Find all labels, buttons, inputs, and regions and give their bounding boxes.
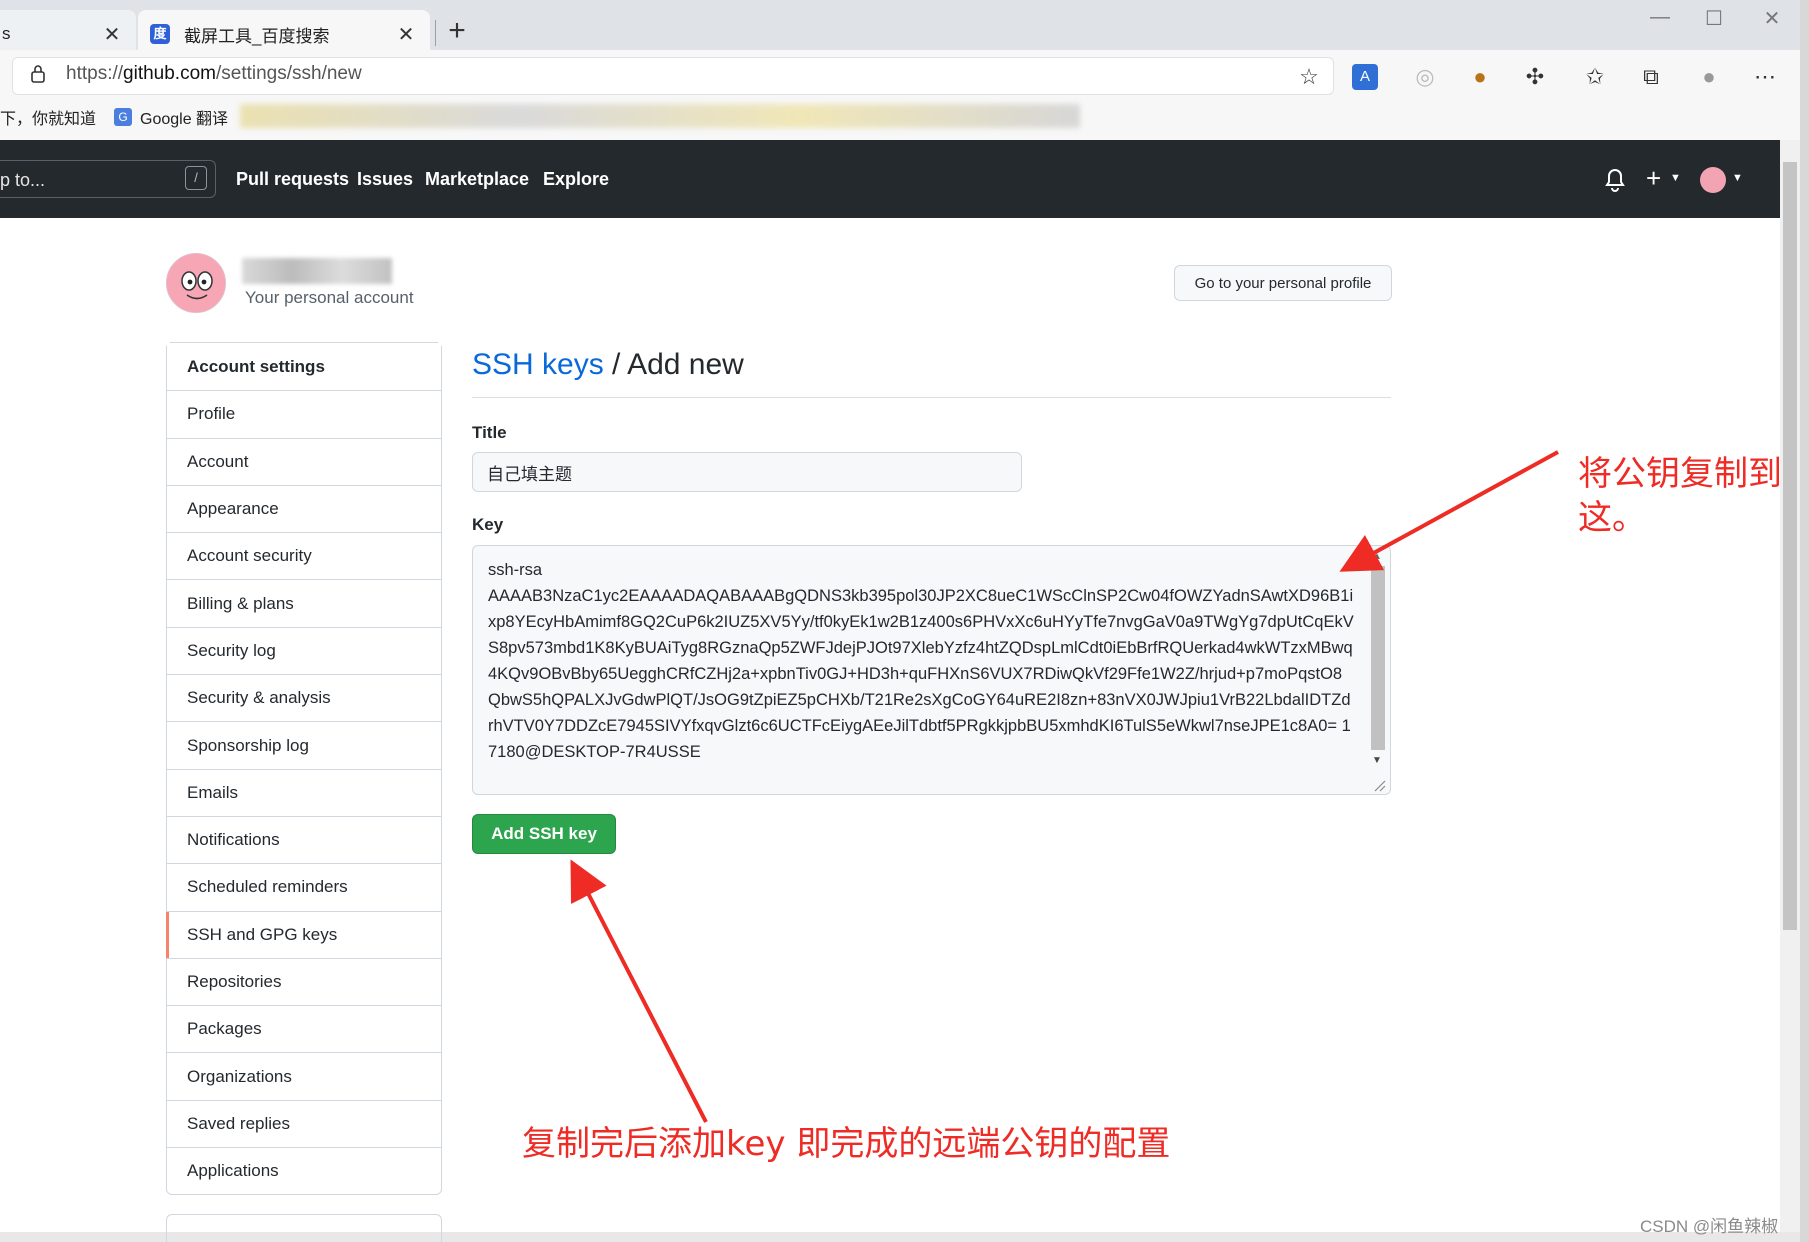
bookmark-item[interactable]: 下，你就知道 (0, 105, 96, 129)
extension-icon[interactable]: ● (1463, 60, 1497, 94)
title-label: Title (472, 423, 507, 442)
sidebar-item-profile[interactable]: Profile (167, 390, 441, 437)
sidebar-item-packages[interactable]: Packages (167, 1005, 441, 1052)
nav-marketplace[interactable]: Marketplace (425, 169, 529, 190)
textarea-scrollbar-thumb[interactable] (1371, 566, 1385, 750)
nav-pull-requests[interactable]: Pull requests (236, 169, 349, 190)
more-menu-icon[interactable]: ⋯ (1748, 60, 1782, 94)
user-avatar[interactable] (1700, 167, 1726, 193)
create-new-plus-icon[interactable]: + (1646, 163, 1661, 194)
resize-handle-icon[interactable] (1372, 778, 1386, 792)
profile-avatar[interactable] (166, 253, 226, 313)
annotation-add-key: 复制完后添加key 即完成的远端公钥的配置 (522, 1124, 1171, 1164)
search-shortcut-hint: / (185, 166, 207, 190)
sidebar-item-account[interactable]: Account (167, 437, 441, 485)
annotation-line: 这。 (1578, 498, 1646, 538)
sidebar-item-saved-replies[interactable]: Saved replies (167, 1099, 441, 1147)
url-path: /settings/ssh/new (215, 63, 362, 84)
profile-icon[interactable]: ● (1692, 60, 1726, 94)
baidu-favicon-icon: 度 (150, 24, 170, 44)
sidebar-item-ssh-and-gpg-keys[interactable]: SSH and GPG keys (166, 910, 441, 959)
url-text[interactable]: https://github.com/settings/ssh/new (66, 63, 362, 85)
sidebar-item-emails[interactable]: Emails (167, 768, 441, 816)
arrow-to-add-button (570, 859, 708, 1123)
extensions-puzzle-icon[interactable]: ✣ (1518, 60, 1552, 94)
maximize-icon[interactable]: ☐ (1694, 6, 1734, 31)
chevron-down-icon[interactable]: ▼ (1732, 172, 1743, 184)
annotation-copy-here: 将公钥复制到 这。 (1578, 452, 1782, 540)
nav-explore[interactable]: Explore (543, 169, 609, 190)
watermark: CSDN @闲鱼辣椒 (1640, 1217, 1779, 1236)
sidebar-item-security-log[interactable]: Security log (167, 626, 441, 674)
key-label: Key (472, 515, 504, 534)
sidebar-item-security-analysis[interactable]: Security & analysis (167, 674, 441, 721)
sidebar-heading: Account settings (167, 343, 441, 391)
sidebar-item-billing-plans[interactable]: Billing & plans (167, 579, 441, 626)
sidebar-item-scheduled-reminders[interactable]: Scheduled reminders (167, 863, 441, 910)
add-favorite-icon[interactable]: ☆ (1292, 60, 1326, 94)
add-ssh-key-button[interactable]: Add SSH key (472, 814, 616, 854)
sidebar-item-appearance[interactable]: Appearance (167, 484, 441, 532)
breadcrumb-ssh-keys-link[interactable]: SSH keys (472, 348, 604, 381)
notifications-bell-icon[interactable] (1604, 168, 1626, 192)
settings-sidebar: Account settings Profile Account Appearanc… (166, 342, 442, 1196)
sidebar-item-sponsorship-log[interactable]: Sponsorship log (167, 721, 441, 768)
sidebar-item-account-security[interactable]: Account security (167, 532, 441, 579)
breadcrumb-current: Add new (627, 348, 744, 381)
bookmarks-redacted (240, 104, 1080, 128)
settings-sidebar-secondary (166, 1214, 442, 1242)
extension-icon[interactable]: ◎ (1408, 60, 1442, 94)
collections-icon[interactable]: ⧉ (1634, 60, 1668, 94)
search-placeholder: p to... (0, 170, 46, 190)
page-scrollbar-thumb[interactable] (1783, 162, 1797, 930)
close-icon[interactable]: ✕ (394, 22, 418, 47)
title-input[interactable]: 自己填主题 (472, 452, 1022, 492)
annotation-line: 将公钥复制到 (1578, 454, 1782, 494)
title-input-value: 自己填主题 (487, 464, 572, 484)
sidebar-item-applications[interactable]: Applications (167, 1147, 441, 1194)
favorites-icon[interactable]: ✩ (1578, 60, 1612, 94)
bookmarks-bar: 下，你就知道 G Google 翻译 (0, 100, 228, 134)
patrick-avatar-icon (167, 254, 225, 312)
title-divider (472, 397, 1391, 398)
tab-label: s (2, 24, 11, 43)
goto-profile-button[interactable]: Go to your personal profile (1174, 265, 1392, 301)
chevron-down-icon[interactable]: ▼ (1670, 172, 1681, 184)
translate-extension-icon[interactable]: A (1352, 64, 1378, 90)
sidebar-item-notifications[interactable]: Notifications (167, 815, 441, 863)
key-textarea-value: ssh-rsa AAAAB3NzaC1yc2EAAAADAQABAAABgQDN… (488, 561, 1354, 761)
username-redacted (242, 258, 392, 284)
tab-separator (435, 20, 436, 46)
new-tab-icon[interactable]: + (440, 14, 474, 48)
page-title: SSH keys / Add new (472, 348, 744, 382)
close-icon[interactable]: ✕ (100, 22, 124, 47)
nav-issues[interactable]: Issues (357, 169, 413, 190)
breadcrumb-separator: / (603, 348, 628, 381)
url-scheme: https:// (66, 63, 124, 84)
google-translate-icon: G (114, 108, 133, 126)
lock-icon[interactable] (30, 64, 46, 84)
sidebar-item-organizations[interactable]: Organizations (167, 1052, 441, 1099)
scroll-down-icon[interactable]: ▼ (1372, 755, 1382, 766)
profile-subtitle: Your personal account (245, 288, 414, 307)
url-host: github.com (123, 63, 216, 84)
minimize-icon[interactable]: — (1640, 6, 1680, 29)
tab-label: 截屏工具_百度搜索 (184, 26, 330, 46)
window-edge (1800, 0, 1809, 1242)
sidebar-item-repositories[interactable]: Repositories (167, 957, 441, 1005)
bookmark-item[interactable]: Google 翻译 (140, 105, 228, 129)
scroll-up-icon[interactable]: ▲ (1372, 551, 1382, 562)
window-close-icon[interactable]: ✕ (1752, 6, 1792, 31)
